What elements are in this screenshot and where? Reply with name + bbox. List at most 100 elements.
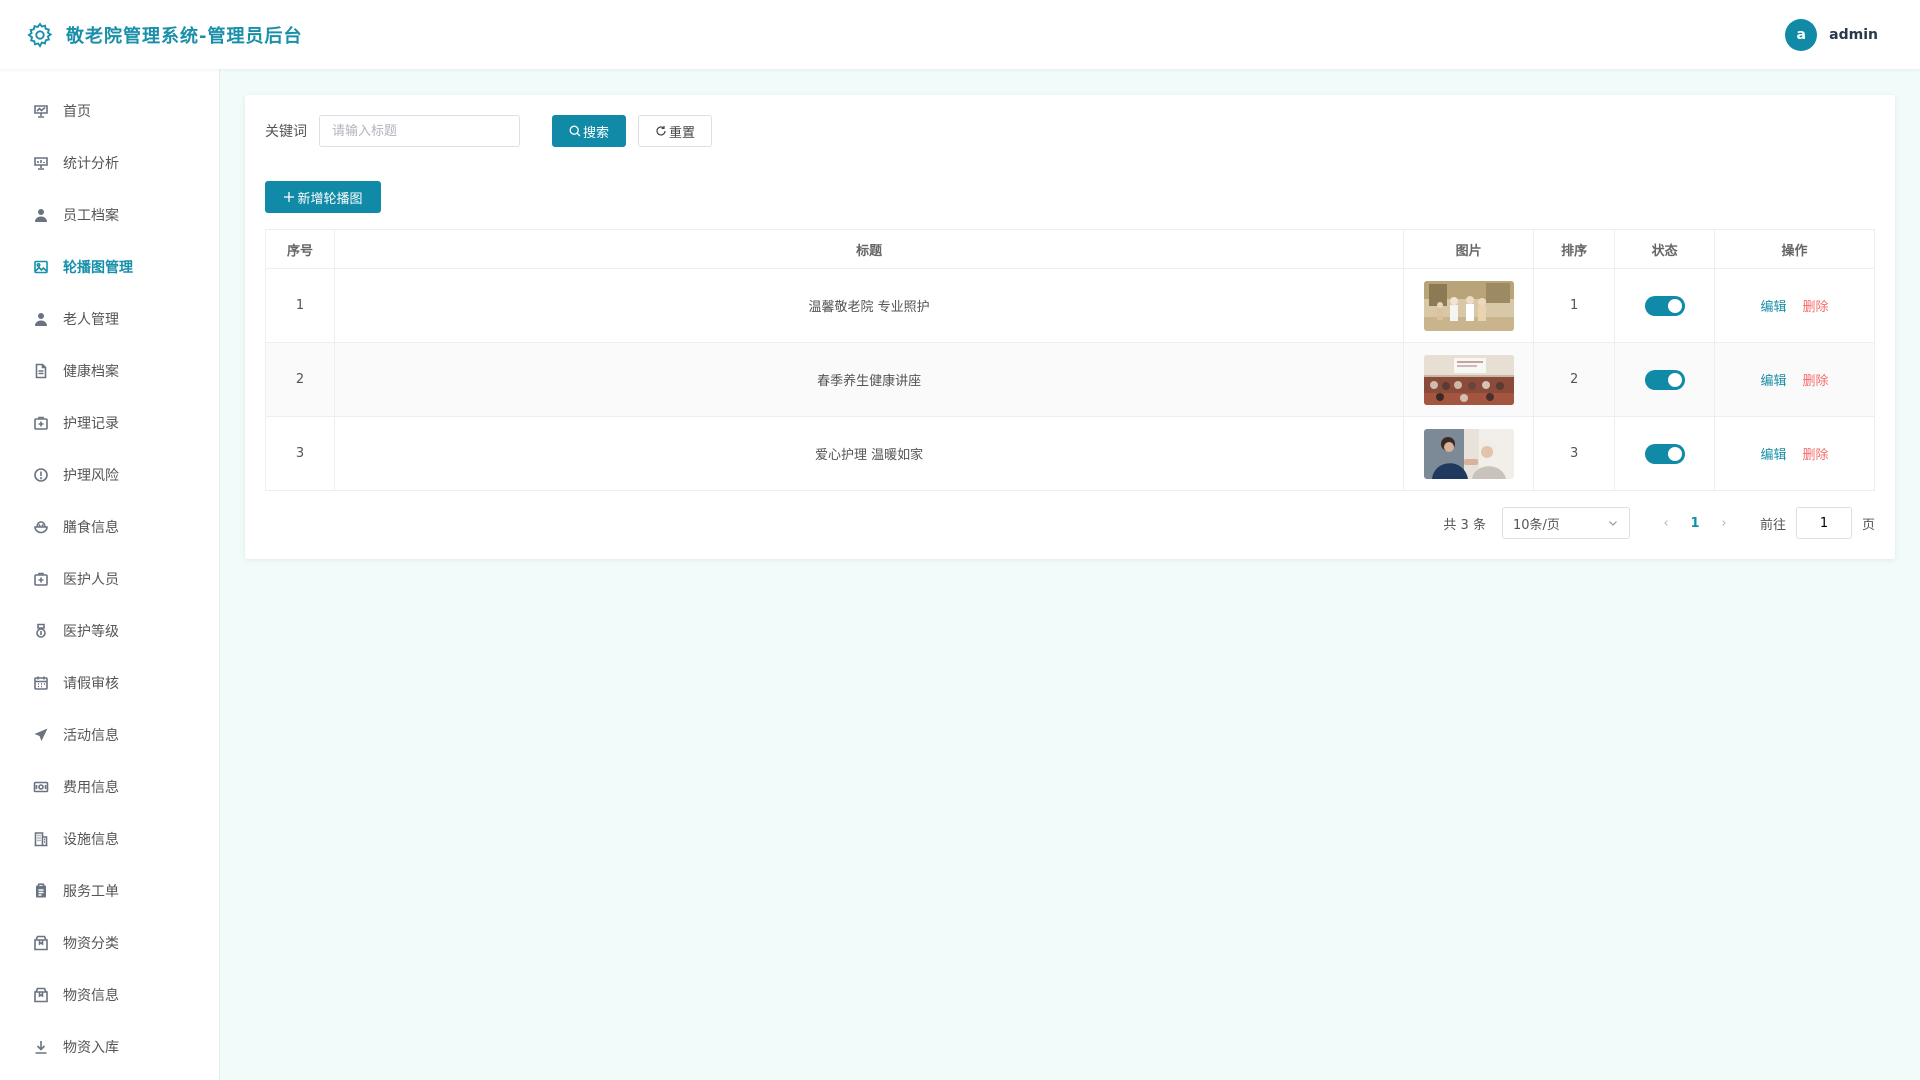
status-toggle[interactable] <box>1644 443 1685 464</box>
sidebar-item-label: 设施信息 <box>63 832 119 848</box>
avatar[interactable]: a <box>1785 18 1818 51</box>
username[interactable]: admin <box>1829 27 1878 43</box>
row-sort: 3 <box>1533 416 1616 491</box>
status-toggle[interactable] <box>1644 295 1685 316</box>
page-number-current[interactable]: 1 <box>1678 516 1712 531</box>
first-aid-icon <box>33 571 49 587</box>
sidebar-item-label: 活动信息 <box>63 728 119 744</box>
row-status-cell <box>1614 268 1716 343</box>
sidebar-item-label: 医护等级 <box>63 624 119 640</box>
row-index: 1 <box>265 268 335 343</box>
sidebar-item-3[interactable]: 轮播图管理 <box>0 241 219 293</box>
bowl-icon <box>33 519 49 535</box>
total-count: 共 3 条 <box>1443 517 1486 533</box>
col-actions-header: 操作 <box>1714 229 1875 269</box>
row-actions: 编辑 删除 <box>1714 416 1875 491</box>
edit-button[interactable]: 编辑 <box>1761 374 1787 389</box>
chevron-down-icon <box>1609 521 1617 526</box>
edit-button[interactable]: 编辑 <box>1761 448 1787 463</box>
sidebar-item-17[interactable]: 物资信息 <box>0 969 219 1021</box>
row-index: 2 <box>265 342 335 417</box>
sidebar-item-1[interactable]: 统计分析 <box>0 137 219 189</box>
user-icon <box>33 207 49 223</box>
sidebar-item-label: 护理风险 <box>63 468 119 484</box>
search-button-label: 搜索 <box>582 125 609 141</box>
sidebar-item-2[interactable]: 员工档案 <box>0 189 219 241</box>
box-icon <box>33 935 49 951</box>
page-size-select[interactable]: 10条/页 <box>1501 507 1630 539</box>
document-icon <box>33 363 49 379</box>
row-title: 春季养生健康讲座 <box>333 342 1405 417</box>
row-status-cell <box>1614 416 1716 491</box>
medal-icon <box>33 623 49 639</box>
carousel-thumbnail[interactable] <box>1423 428 1514 479</box>
gear-icon <box>27 21 53 48</box>
jump-label: 前往 <box>1759 517 1786 533</box>
sidebar-item-15[interactable]: 服务工单 <box>0 865 219 917</box>
row-title: 爱心护理 温暖如家 <box>333 416 1405 491</box>
carousel-thumbnail[interactable] <box>1423 280 1514 331</box>
table-row: 1 温馨敬老院 专业照护 1 编辑 删除 <box>265 268 1875 343</box>
add-carousel-button[interactable]: 新增轮播图 <box>265 181 381 213</box>
jump-suffix: 页 <box>1861 517 1875 533</box>
sidebar-item-9[interactable]: 医护人员 <box>0 553 219 605</box>
keyword-input[interactable] <box>319 115 520 147</box>
sidebar-item-6[interactable]: 护理记录 <box>0 397 219 449</box>
sidebar-item-4[interactable]: 老人管理 <box>0 293 219 345</box>
status-toggle[interactable] <box>1644 369 1685 390</box>
clipboard-icon <box>33 883 49 899</box>
jump-page-input[interactable] <box>1795 507 1852 539</box>
warning-icon <box>33 467 49 483</box>
sidebar-item-11[interactable]: 请假审核 <box>0 657 219 709</box>
send-icon <box>33 727 49 743</box>
brand: 敬老院管理系统-管理员后台 <box>26 21 302 49</box>
delete-button[interactable]: 删除 <box>1803 374 1829 389</box>
sidebar-item-8[interactable]: 膳食信息 <box>0 501 219 553</box>
user-menu[interactable]: a admin <box>1785 18 1894 51</box>
sidebar-item-13[interactable]: 费用信息 <box>0 761 219 813</box>
sidebar-item-label: 物资入库 <box>63 1040 119 1056</box>
edit-button[interactable]: 编辑 <box>1761 300 1787 315</box>
sidebar-item-5[interactable]: 健康档案 <box>0 345 219 397</box>
sidebar-item-label: 物资分类 <box>63 936 119 952</box>
next-page-icon[interactable]: › <box>1712 516 1736 531</box>
calendar-icon <box>33 675 49 691</box>
app-title: 敬老院管理系统-管理员后台 <box>66 25 303 47</box>
prev-page-icon[interactable]: ‹ <box>1654 516 1678 531</box>
sidebar-item-0[interactable]: 首页 <box>0 85 219 137</box>
sidebar-item-label: 首页 <box>63 104 91 120</box>
top-header: 敬老院管理系统-管理员后台 a admin <box>0 0 1920 69</box>
reset-button[interactable]: 重置 <box>638 115 712 147</box>
search-button[interactable]: 搜索 <box>552 115 626 147</box>
sidebar-item-label: 护理记录 <box>63 416 119 432</box>
sidebar-item-12[interactable]: 活动信息 <box>0 709 219 761</box>
sidebar: 首页统计分析员工档案轮播图管理老人管理健康档案护理记录护理风险膳食信息医护人员医… <box>0 69 220 1080</box>
table-row: 2 春季养生健康讲座 2 编辑 删除 <box>265 342 1875 417</box>
plus-icon <box>284 192 295 202</box>
user-icon <box>33 311 49 327</box>
sidebar-item-7[interactable]: 护理风险 <box>0 449 219 501</box>
sidebar-item-label: 膳食信息 <box>63 520 119 536</box>
row-status-cell <box>1614 342 1716 417</box>
reset-button-label: 重置 <box>668 125 695 141</box>
col-title-header: 标题 <box>333 229 1405 269</box>
chart-board-icon <box>33 155 49 171</box>
sidebar-item-16[interactable]: 物资分类 <box>0 917 219 969</box>
delete-button[interactable]: 删除 <box>1803 300 1829 315</box>
carousel-thumbnail[interactable] <box>1423 354 1514 405</box>
sidebar-item-14[interactable]: 设施信息 <box>0 813 219 865</box>
box-icon <box>33 987 49 1003</box>
sidebar-item-label: 统计分析 <box>63 156 119 172</box>
search-icon <box>569 125 581 137</box>
add-carousel-label: 新增轮播图 <box>297 191 363 207</box>
sidebar-item-label: 健康档案 <box>63 364 119 380</box>
sidebar-item-10[interactable]: 医护等级 <box>0 605 219 657</box>
money-icon <box>33 779 49 795</box>
delete-button[interactable]: 删除 <box>1803 448 1829 463</box>
sidebar-item-18[interactable]: 物资入库 <box>0 1021 219 1073</box>
sidebar-item-label: 轮播图管理 <box>63 260 133 276</box>
keyword-label: 关键词 <box>265 124 307 140</box>
row-image-cell <box>1403 342 1535 417</box>
carousel-table: 序号 标题 图片 排序 状态 操作 1 温馨敬老院 专业照护 1 编辑 删除 2 春季养生健… <box>265 229 1875 491</box>
picture-icon <box>33 259 49 275</box>
